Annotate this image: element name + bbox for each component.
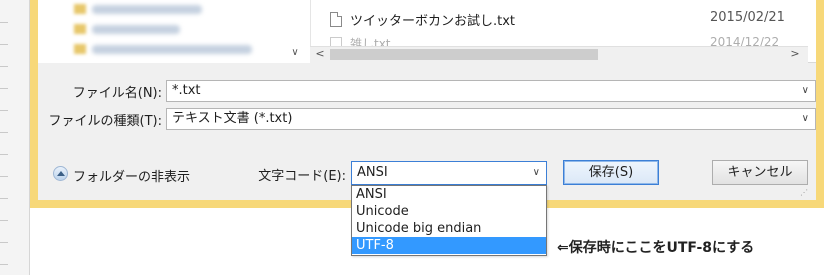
text-file-icon — [330, 12, 342, 27]
navigation-pane — [38, 0, 310, 63]
filename-input[interactable]: *.txt ∨ — [166, 80, 816, 102]
nav-item[interactable] — [92, 25, 180, 34]
filetype-value: テキスト文書 (*.txt) — [172, 111, 293, 126]
encoding-option-utf8[interactable]: UTF-8 — [352, 237, 546, 254]
background-grid-strip — [0, 0, 30, 275]
nav-item[interactable] — [92, 45, 252, 54]
encoding-option-unicode[interactable]: Unicode — [352, 203, 546, 220]
encoding-dropdown-list: ANSI Unicode Unicode big endian UTF-8 — [351, 185, 547, 256]
window-frame-right — [816, 0, 824, 208]
window-frame-left — [30, 0, 38, 208]
folder-icon — [74, 44, 86, 54]
filetype-select[interactable]: テキスト文書 (*.txt) ∨ — [166, 108, 816, 130]
resize-grip-icon[interactable]: ⋰ — [800, 188, 810, 198]
chevron-down-icon[interactable]: ∨ — [288, 46, 302, 60]
folder-toggle-label[interactable]: フォルダーの非表示 — [73, 166, 190, 185]
nav-item[interactable] — [92, 5, 202, 14]
encoding-select[interactable]: ANSI ∨ — [351, 161, 547, 185]
collapse-arrow-icon[interactable] — [53, 166, 68, 181]
chevron-left-icon[interactable]: < — [313, 46, 327, 62]
cancel-button[interactable]: キャンセル — [712, 160, 808, 185]
filename-value: *.txt — [172, 83, 201, 98]
filetype-label: ファイルの種類(T): — [48, 114, 162, 129]
filename-label: ファイル名(N): — [72, 86, 162, 101]
chevron-down-icon[interactable]: ∨ — [802, 109, 809, 129]
save-button[interactable]: 保存(S) — [563, 160, 659, 185]
encoding-label: 文字コード(E): — [258, 169, 346, 184]
file-name[interactable]: ツイッターボカンお試し.txt — [350, 10, 515, 29]
encoding-option-ansi[interactable]: ANSI — [352, 186, 546, 203]
folder-icon — [74, 4, 86, 14]
encoding-option-unicode-big-endian[interactable]: Unicode big endian — [352, 220, 546, 237]
chevron-down-icon[interactable]: ∨ — [802, 81, 809, 101]
annotation-text: ⇐保存時にここをUTF-8にする — [557, 240, 755, 256]
file-date: 2015/02/21 — [710, 10, 785, 25]
scrollbar-thumb[interactable] — [330, 49, 598, 60]
chevron-down-icon[interactable]: ∨ — [533, 162, 540, 184]
folder-icon — [74, 24, 86, 34]
encoding-value: ANSI — [357, 165, 388, 180]
chevron-right-icon[interactable]: > — [788, 46, 802, 62]
